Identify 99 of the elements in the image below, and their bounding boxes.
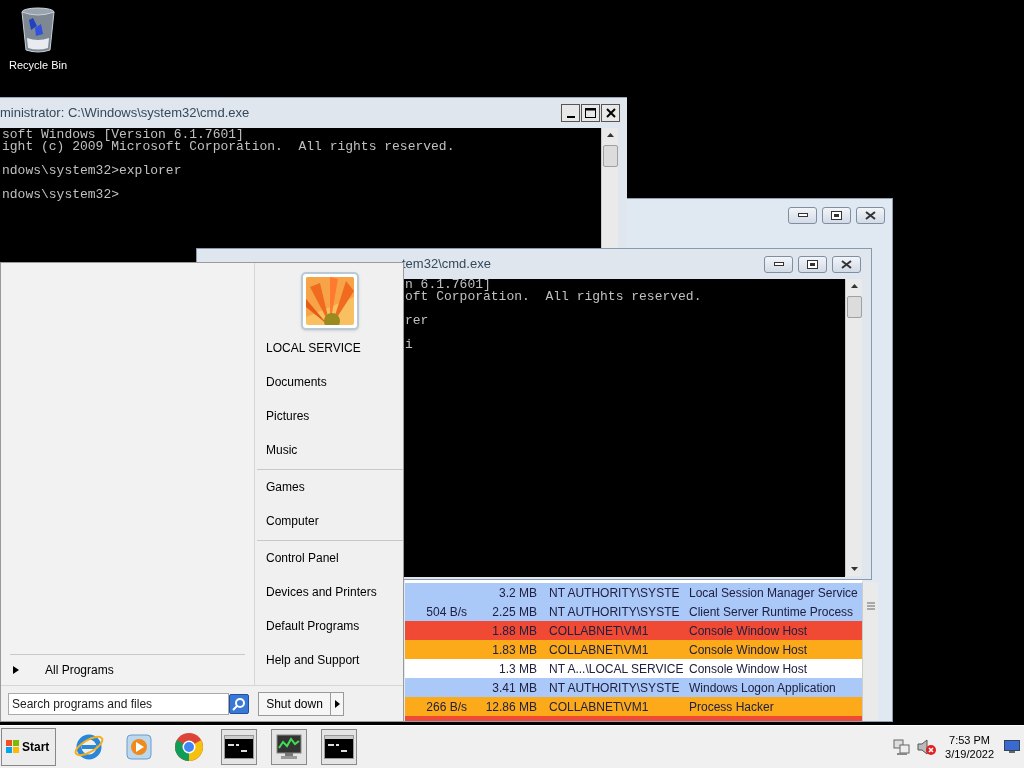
console-line: ndows\system32> (2, 189, 120, 201)
all-programs-item[interactable]: All Programs (10, 655, 245, 685)
minimize-icon (566, 116, 575, 118)
muted-speaker-icon[interactable] (917, 738, 938, 756)
start-menu-item[interactable]: Music (257, 433, 403, 467)
memory-cell-text: 1.83 MB (492, 641, 537, 659)
io-cell-text: 266 B/s (426, 698, 467, 716)
scrollbar[interactable] (601, 128, 618, 248)
process-row[interactable]: 266 B/s 12.86 MB COLLABNET\VM1 Process Hacker (405, 697, 862, 716)
start-menu-item[interactable]: Control Panel (257, 541, 403, 575)
scroll-thumb[interactable] (602, 145, 618, 167)
start-menu-item[interactable]: Documents (257, 365, 403, 399)
close-icon (605, 108, 616, 118)
start-menu-item[interactable]: Help and Support (257, 643, 403, 677)
memory-cell-text: 2.25 MB (492, 603, 537, 621)
scrollbar[interactable] (862, 582, 878, 721)
scroll-thumb[interactable] (846, 296, 862, 318)
start-menu-item[interactable]: LOCAL SERVICE (257, 331, 403, 365)
shutdown-options-button[interactable] (331, 691, 344, 716)
start-menu-item[interactable]: Default Programs (257, 609, 403, 643)
user-cell: COLLABNET\VM1 (549, 623, 649, 638)
console-line: i (405, 339, 413, 351)
user-cell: NT AUTHORITY\SYSTE (549, 585, 680, 600)
monitor-icon (274, 732, 304, 762)
restore-icon (807, 259, 818, 269)
description-cell: Console Window Host (689, 623, 808, 638)
console-line: ight (c) 2009 Microsoft Corporation. All rights reserved. (2, 141, 455, 153)
console-line: rer (405, 315, 429, 327)
restore-icon (831, 210, 842, 220)
windows-flag-icon (6, 740, 20, 754)
taskbar-button[interactable] (321, 729, 357, 765)
start-menu-item[interactable]: Games (257, 470, 403, 504)
window-title: tem32\cmd.exe (402, 255, 491, 274)
memory-cell-text: 1.3 MB (499, 660, 537, 678)
process-row[interactable]: 1.83 MB COLLABNET\VM1 Console Window Host (405, 640, 862, 659)
chrome-icon (173, 731, 205, 763)
process-row[interactable]: 504 B/s 2.25 MB NT AUTHORITY\SYSTE Client Server Runtime Process (405, 602, 862, 621)
maximize-button[interactable] (581, 104, 600, 122)
console-line: soft Windows [Version 6.1.7601] (2, 129, 244, 141)
close-icon (865, 210, 876, 220)
close-button[interactable] (832, 255, 861, 273)
user-cell: COLLABNET\VM1 (549, 699, 649, 714)
minimize-button[interactable] (561, 104, 580, 122)
console-line: oft Corporation. All rights reserved. (405, 291, 702, 303)
start-button[interactable]: Start (1, 728, 56, 766)
arrow-right-icon (13, 666, 19, 674)
close-button[interactable] (856, 206, 885, 224)
taskbar-button[interactable] (221, 729, 257, 765)
description-cell: Windows Logon Application (689, 680, 836, 695)
memory-cell-text: 3.41 MB (492, 679, 537, 697)
process-row[interactable]: 1.88 MB COLLABNET\VM1 Console Window Host (405, 621, 862, 640)
shutdown-button[interactable]: Shut down (258, 691, 331, 716)
memory-cell-text: 12.86 MB (485, 698, 537, 716)
description-cell: Console Window Host (689, 661, 808, 676)
window-title: ministrator: C:\Windows\system32\cmd.exe (0, 104, 250, 123)
user-cell: COLLABNET\VM1 (549, 642, 649, 657)
recycle-bin-icon[interactable] (19, 6, 57, 54)
clock[interactable]: 7:53 PM 3/19/2022 (945, 733, 994, 761)
scrollbar[interactable] (845, 279, 862, 576)
show-desktop-icon[interactable] (1004, 740, 1020, 754)
io-cell-text: 504 B/s (426, 603, 467, 621)
minimize-icon (773, 262, 784, 266)
search-field[interactable]: Search programs and files (8, 692, 229, 715)
minimize-icon (797, 213, 808, 217)
description-cell: Console Window Host (689, 642, 808, 657)
clock-date: 3/19/2022 (945, 747, 994, 761)
maximize-button[interactable] (798, 255, 827, 273)
minimize-button[interactable] (764, 255, 793, 273)
media-player-icon (124, 732, 154, 762)
process-row[interactable]: 3.2 MB NT AUTHORITY\SYSTE Local Session Manager Service (405, 583, 862, 602)
user-cell: NT A...\LOCAL SERVICE (549, 661, 684, 676)
network-icon[interactable] (893, 738, 912, 756)
description-cell: Process Hacker (689, 699, 774, 714)
console-line: ndows\system32>explorer (2, 165, 182, 177)
desktop-icon-label: Recycle Bin (8, 58, 68, 73)
description-cell: Client Server Runtime Process (689, 604, 854, 619)
description-cell: Local Session Manager Service (689, 585, 858, 600)
clock-time: 7:53 PM (949, 733, 990, 747)
memory-cell-text: 3.2 MB (499, 584, 537, 602)
memory-cell-text: 1.88 MB (492, 622, 537, 640)
arrow-right-icon (334, 699, 340, 708)
start-menu-item[interactable]: Pictures (257, 399, 403, 433)
maximize-icon (585, 108, 596, 118)
process-row[interactable]: 3.41 MB NT AUTHORITY\SYSTE Windows Logon Application (405, 678, 862, 697)
user-cell: NT AUTHORITY\SYSTE (549, 680, 680, 695)
close-icon (841, 259, 852, 269)
search-button[interactable] (229, 693, 249, 714)
scroll-grip-icon[interactable] (865, 602, 876, 610)
minimize-button[interactable] (788, 206, 817, 224)
taskbar-button[interactable] (271, 729, 307, 765)
console-line: n 6.1.7601] (405, 279, 491, 291)
maximize-button[interactable] (822, 206, 851, 224)
close-button[interactable] (601, 104, 620, 122)
start-menu-item[interactable]: Devices and Printers (257, 575, 403, 609)
start-menu-item[interactable]: Computer (257, 504, 403, 538)
console-icon (224, 735, 254, 759)
search-icon (232, 696, 246, 711)
console-icon (324, 735, 354, 759)
user-cell: NT AUTHORITY\SYSTE (549, 604, 680, 619)
